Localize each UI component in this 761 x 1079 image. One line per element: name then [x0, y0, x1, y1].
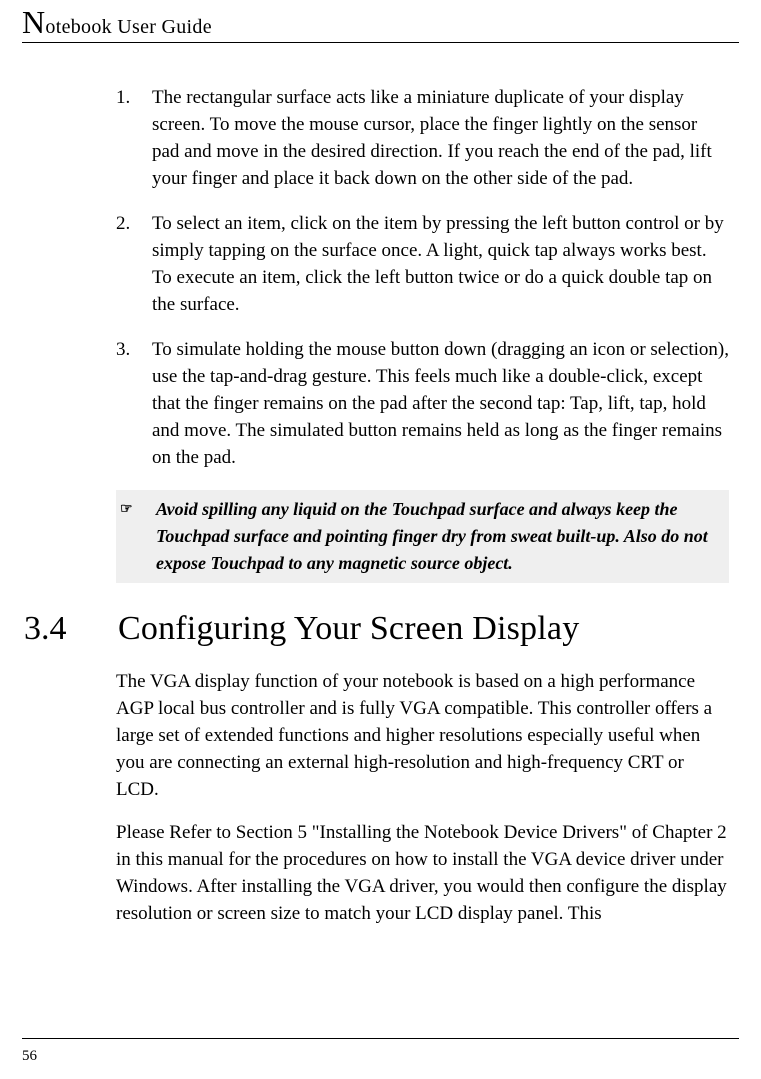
running-header: Notebook User Guide: [22, 0, 739, 38]
numbered-list: 1. The rectangular surface acts like a m…: [116, 85, 729, 472]
section-heading: 3.4 Configuring Your Screen Display: [22, 605, 729, 653]
running-header-rest: otebook User Guide: [45, 16, 211, 38]
section-title: Configuring Your Screen Display: [118, 605, 729, 653]
list-item-number: 1.: [116, 85, 152, 193]
note-callout: ☞ Avoid spilling any liquid on the Touch…: [116, 490, 729, 583]
list-item: 3. To simulate holding the mouse button …: [116, 337, 729, 472]
list-item: 1. The rectangular surface acts like a m…: [116, 85, 729, 193]
page-number: 56: [22, 1048, 37, 1065]
section-number: 3.4: [22, 605, 118, 653]
list-item: 2. To select an item, click on the item …: [116, 211, 729, 319]
list-item-text: To simulate holding the mouse button dow…: [152, 337, 729, 472]
body-paragraph: The VGA display function of your noteboo…: [116, 669, 729, 804]
list-item-text: To select an item, click on the item by …: [152, 211, 729, 319]
body-paragraph: Please Refer to Section 5 "Installing th…: [116, 820, 729, 928]
footer-rule: [22, 1038, 739, 1039]
list-item-text: The rectangular surface acts like a mini…: [152, 85, 729, 193]
running-header-dropcap: N: [22, 4, 45, 40]
pointing-hand-icon: ☞: [116, 496, 156, 577]
list-item-number: 3.: [116, 337, 152, 472]
list-item-number: 2.: [116, 211, 152, 319]
page-content: 1. The rectangular surface acts like a m…: [22, 43, 739, 928]
note-callout-text: Avoid spilling any liquid on the Touchpa…: [156, 496, 723, 577]
